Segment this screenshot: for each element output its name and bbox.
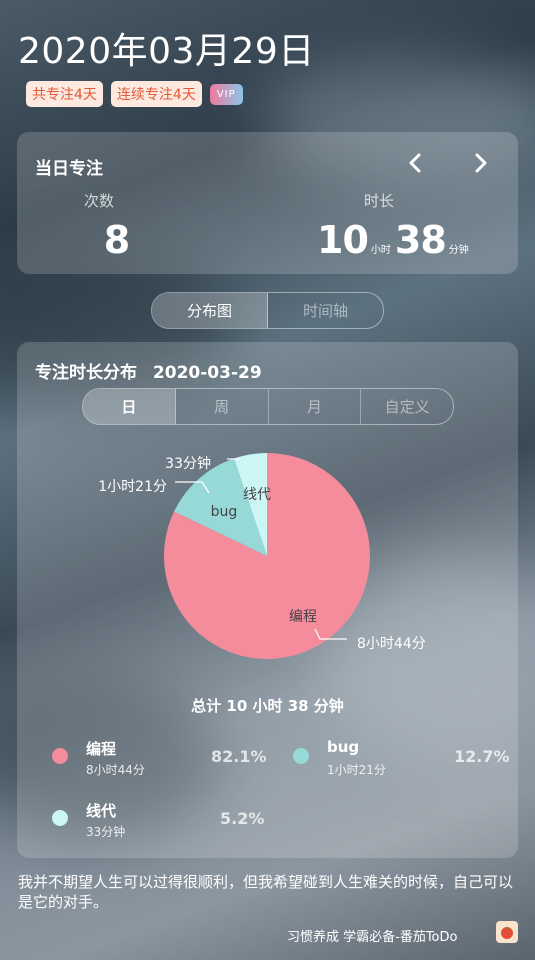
legend-name: bug — [327, 738, 360, 756]
vip-badge[interactable]: VIP — [209, 83, 243, 105]
minutes-unit: 分钟 — [448, 245, 469, 256]
count-label: 次数 — [84, 192, 115, 210]
legend-percent: 12.7% — [454, 747, 510, 766]
tab-distribution[interactable]: 分布图 — [152, 293, 268, 328]
pie-chart: 编程 8小时44分 bug 1小时21分线代 33分钟 — [98, 453, 426, 659]
footer-slogan: 习惯养成 学霸必备-番茄ToDo — [287, 930, 458, 945]
tab-timeline[interactable]: 时间轴 — [268, 293, 383, 328]
legend-duration: 1小时21分 — [327, 763, 386, 777]
legend-dot-linear-algebra — [52, 810, 68, 826]
chevron-right-icon[interactable] — [469, 150, 493, 176]
daily-focus-card: 当日专注 次数 8 时长 10 小时 38 分钟 — [17, 132, 518, 274]
hours-unit: 小时 — [370, 245, 391, 256]
legend-name: 编程 — [86, 740, 117, 758]
daily-focus-title: 当日专注 — [35, 159, 103, 179]
view-toggle: 分布图 时间轴 — [151, 292, 384, 329]
slice-duration-label: 33分钟 — [165, 455, 211, 472]
date-title: 2020年03月29日 — [18, 31, 315, 72]
slice-name-label: bug — [211, 504, 238, 520]
duration-label: 时长 — [364, 192, 395, 210]
legend-percent: 5.2% — [220, 809, 265, 828]
legend-dot-coding — [52, 748, 68, 764]
slice-duration-label: 8小时44分 — [357, 636, 426, 652]
slice-name-label: 编程 — [289, 609, 317, 625]
hours-value: 10 — [317, 218, 369, 262]
legend-name: 线代 — [86, 802, 117, 820]
legend-duration: 8小时44分 — [86, 763, 145, 777]
total-duration: 总计 10 小时 38 分钟 — [191, 697, 344, 715]
legend-percent: 82.1% — [211, 747, 267, 766]
distribution-card: 专注时长分布 2020-03-29 日 周 月 自定义 编程 8小时44分 bug 1… — [17, 342, 518, 858]
minutes-value: 38 — [394, 218, 447, 262]
legend-duration: 33分钟 — [86, 825, 126, 839]
tomato-icon — [496, 921, 518, 943]
motivational-quote: 我并不期望人生可以过得很顺利，但我希望碰到人生难关的时候，自己可以是它的对手。 — [18, 873, 514, 911]
badge-row: 共专注4天 连续专注4天 VIP — [26, 81, 243, 107]
duration-value: 10 小时 38 分钟 — [317, 218, 473, 262]
chevron-left-icon[interactable] — [403, 150, 427, 176]
total-days-badge: 共专注4天 — [26, 81, 103, 107]
count-value: 8 — [103, 218, 131, 262]
slice-duration-label: 1小时21分 — [98, 479, 167, 495]
slice-name-label: 线代 — [243, 487, 271, 503]
legend-dot-bug — [293, 748, 309, 764]
streak-badge: 连续专注4天 — [110, 81, 202, 107]
